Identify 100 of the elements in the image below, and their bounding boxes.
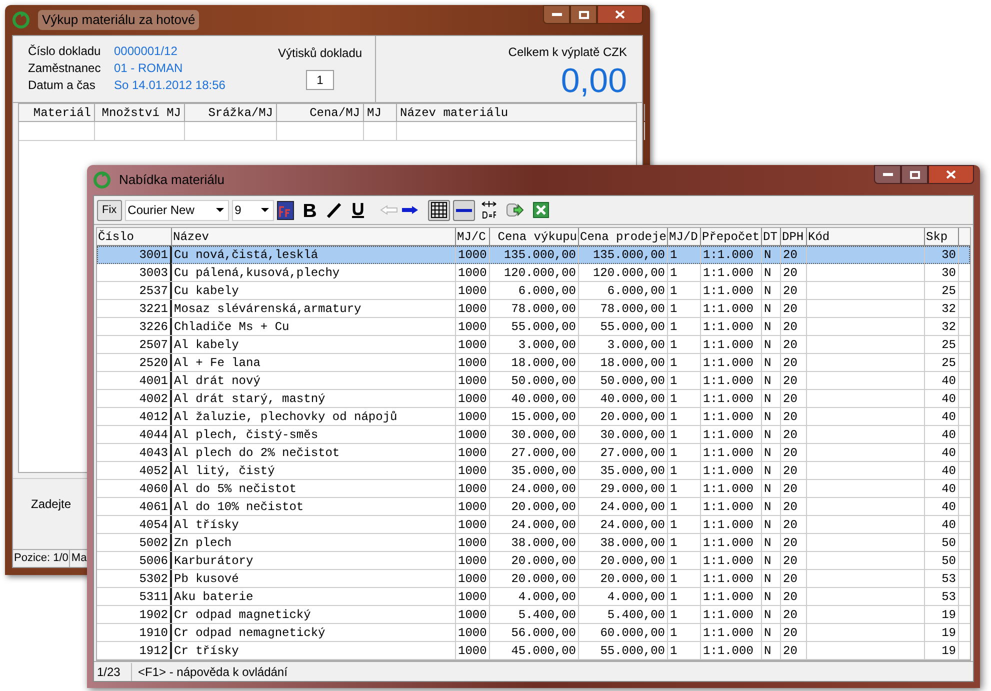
table-cell-text: 3221 xyxy=(139,300,168,318)
table-cell-text: Mosaz slévárenská,armatury xyxy=(174,300,362,318)
table-row[interactable]: 2507 Al kabely 1000 3.000,00 3.000,00 1 1:1.000 N 20 25 xyxy=(97,336,970,354)
table-cell-text: 1000 xyxy=(458,516,487,534)
table-cell-text: 1:1.000 xyxy=(703,642,754,660)
table-cell-text: 40 xyxy=(942,498,956,516)
column-header: Kód xyxy=(807,228,925,245)
table-cell-text: 4012 xyxy=(139,408,168,426)
table-cell-text: 1000 xyxy=(458,336,487,354)
table-row[interactable]: 4052 Al litý, čistý 1000 35.000,00 35.000,00 1 1:1.000 N 20 40 xyxy=(97,462,970,480)
table-row[interactable]: 5006 Karburátory 1000 20.000,00 20.000,00 1 1:1.000 N 20 50 xyxy=(97,552,970,570)
table-cell-text: 56.000,00 xyxy=(511,624,576,642)
table-cell-text: 20 xyxy=(783,516,798,534)
table-cell-text: 3003 xyxy=(139,264,168,282)
table-cell-text: 1000 xyxy=(458,570,487,588)
table-row[interactable]: 4012 Al žaluzie, plechovky od nápojů 1000 15.000,00 20.000,00 1 1:1.000 N 20 40 xyxy=(97,408,970,426)
font-dropdown[interactable]: Courier New xyxy=(124,200,229,220)
grid-button[interactable] xyxy=(428,200,450,220)
table-cell-text: 19 xyxy=(942,624,956,642)
minimize-button[interactable] xyxy=(543,5,570,24)
minimize-button[interactable] xyxy=(874,165,901,184)
table-cell-text: 25 xyxy=(942,336,956,354)
table-row[interactable]: 3001 Cu nová,čistá,lesklá 1000 135.000,00 135.000,00 1 1:1.000 N 20 30 xyxy=(97,246,970,264)
table-cell-text: 1902 xyxy=(139,606,168,624)
table-cell-text: 1 xyxy=(670,498,678,516)
close-button[interactable] xyxy=(597,5,643,24)
table-row[interactable]: 3003 Cu pálená,kusová,plechy 1000 120.000,00 120.000,00 1 1:1.000 N 20 30 xyxy=(97,264,970,282)
caret-icon xyxy=(258,207,271,213)
size-dropdown[interactable]: 9 xyxy=(232,200,274,220)
table-cell-text: Cu pálená,kusová,plechy xyxy=(174,264,340,282)
table-row[interactable]: 3226 Chladiče Ms + Cu 1000 55.000,00 55.000,00 1 1:1.000 N 20 32 xyxy=(97,318,970,336)
field-value: 0000001/12 xyxy=(114,43,178,60)
table-cell-text: 4052 xyxy=(139,462,168,480)
status-text: Pozice: 1/0 xyxy=(13,550,70,567)
fix-button[interactable]: Fix xyxy=(97,200,122,220)
field-label: Datum a čas xyxy=(28,77,96,94)
italic-icon[interactable] xyxy=(326,202,342,218)
table-cell-text: N xyxy=(764,516,772,534)
right-arrow-icon[interactable] xyxy=(400,205,419,215)
table-row[interactable]: 2537 Cu kabely 1000 6.000,00 6.000,00 1 1:1.000 N 20 25 xyxy=(97,282,970,300)
table-row[interactable]: 5302 Pb kusové 1000 20.000,00 20.000,00 1 1:1.000 N 20 53 xyxy=(97,570,970,588)
table-cell-text: 45.000,00 xyxy=(511,642,576,660)
table-row[interactable]: 4043 Al plech do 2% nečistot 1000 27.000,00 27.000,00 1 1:1.000 N 20 40 xyxy=(97,444,970,462)
table-cell-text: 20 xyxy=(783,570,798,588)
table-cell-text: N xyxy=(764,372,772,390)
table-row[interactable]: 3221 Mosaz slévárenská,armatury 1000 78.000,00 78.000,00 1 1:1.000 N 20 32 xyxy=(97,300,970,318)
table-cell-text: 1 xyxy=(670,247,678,264)
export-icon[interactable] xyxy=(506,202,524,218)
table-cell-text: Al drát starý, mastný xyxy=(174,390,326,408)
table-cell-text: 120.000,00 xyxy=(504,264,576,282)
table-cell-text: 1 xyxy=(670,300,678,318)
table-cell-text: 20 xyxy=(783,642,798,660)
table-row[interactable]: 4002 Al drát starý, mastný 1000 40.000,00 40.000,00 1 1:1.000 N 20 40 xyxy=(97,390,970,408)
table-cell-text: 1:1.000 xyxy=(703,408,754,426)
table-row[interactable]: 2520 Al + Fe lana 1000 18.000,00 18.000,00 1 1:1.000 N 20 25 xyxy=(97,354,970,372)
table-cell-text: 20 xyxy=(783,354,798,372)
table-cell-text: 38.000,00 xyxy=(600,534,665,552)
table-cell-text: 3.000,00 xyxy=(607,336,665,354)
table-cell-text: 1 xyxy=(670,282,678,300)
table-cell-text: 20 xyxy=(783,588,798,606)
status-text: <F1> - nápověda k ovládání xyxy=(137,664,288,680)
table-cell-text: Al do 10% nečistot xyxy=(174,498,304,516)
table-cell-text: 20.000,00 xyxy=(511,570,576,588)
column-width-icon[interactable] xyxy=(480,200,497,220)
table-row[interactable]: 4001 Al drát nový 1000 50.000,00 50.000,00 1 1:1.000 N 20 40 xyxy=(97,372,970,390)
table-row[interactable]: 5002 Zn plech 1000 38.000,00 38.000,00 1 1:1.000 N 20 50 xyxy=(97,534,970,552)
table-cell-text: 78.000,00 xyxy=(600,300,665,318)
line-button[interactable] xyxy=(452,200,475,220)
table-cell-text: 50 xyxy=(942,552,956,570)
table-cell-text: 2537 xyxy=(139,282,168,300)
table-cell-text: 1000 xyxy=(458,480,487,498)
close-button[interactable] xyxy=(928,165,974,184)
table-cell-text: 50 xyxy=(942,534,956,552)
table-cell-text: 20 xyxy=(783,462,798,480)
table-cell-text: 1 xyxy=(670,408,678,426)
spreadsheet-icon[interactable] xyxy=(532,202,549,218)
table-cell-text: 4061 xyxy=(139,498,168,516)
table-cell-text: 20 xyxy=(783,300,798,318)
table-row[interactable]: 5311 Aku baterie 1000 4.000,00 4.000,00 1 1:1.000 N 20 53 xyxy=(97,588,970,606)
table-cell-text: N xyxy=(764,408,772,426)
font-icon[interactable] xyxy=(276,200,294,220)
table-cell-text: 50.000,00 xyxy=(600,372,665,390)
table-cell-text: 20 xyxy=(783,336,798,354)
table-row[interactable]: 4060 Al do 5% nečistot 1000 24.000,00 29.000,00 1 1:1.000 N 20 40 xyxy=(97,480,970,498)
bold-icon[interactable] xyxy=(302,202,317,218)
table-cell-text: Chladiče Ms + Cu xyxy=(174,318,290,336)
table-row[interactable]: 1912 Cr třísky 1000 45.000,00 55.000,00 1 1:1.000 N 20 19 xyxy=(97,642,970,660)
maximize-button[interactable] xyxy=(570,5,597,24)
table-row[interactable]: 1910 Cr odpad nemagnetický 1000 56.000,00 60.000,00 1 1:1.000 N 20 19 xyxy=(97,624,970,642)
table-cell-text: 40 xyxy=(942,444,956,462)
table-row[interactable]: 4044 Al plech, čistý-směs 1000 30.000,00 30.000,00 1 1:1.000 N 20 40 xyxy=(97,426,970,444)
underline-icon[interactable] xyxy=(350,202,365,218)
table-cell-text: 38.000,00 xyxy=(511,534,576,552)
table-cell-text: 1 xyxy=(670,570,678,588)
table-row[interactable]: 4061 Al do 10% nečistot 1000 20.000,00 24.000,00 1 1:1.000 N 20 40 xyxy=(97,498,970,516)
table-row[interactable]: 4054 Al třísky 1000 24.000,00 24.000,00 1 1:1.000 N 20 40 xyxy=(97,516,970,534)
maximize-button[interactable] xyxy=(901,165,928,184)
table-cell-text: 1000 xyxy=(458,408,487,426)
table-row[interactable]: 1902 Cr odpad magnetický 1000 5.400,00 5.400,00 1 1:1.000 N 20 19 xyxy=(97,606,970,624)
copies-field[interactable]: 1 xyxy=(306,70,334,90)
